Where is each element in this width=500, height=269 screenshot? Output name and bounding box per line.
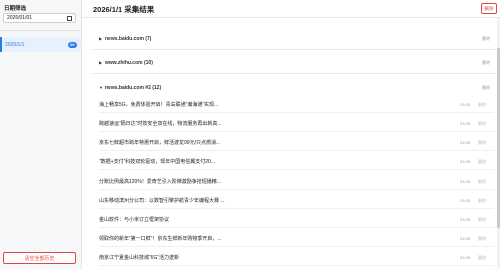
- date-filter-label: 日期筛选: [4, 6, 27, 12]
- list-item-delete-button[interactable]: 删除: [478, 198, 486, 204]
- divider: [91, 73, 497, 74]
- list-item-delete-button[interactable]: 删除: [478, 102, 486, 108]
- date-list-item-label: 2026/1/1: [5, 41, 25, 48]
- group-delete-button[interactable]: 删除: [482, 85, 490, 91]
- list-item-delete-button[interactable]: 删除: [478, 255, 486, 261]
- group-header[interactable]: ▼ news.baidu.com #2 (12) 删除: [83, 80, 500, 95]
- calendar-icon[interactable]: [67, 15, 72, 21]
- sidebar: 日期筛选 2026/01/01 2026/1/1 29 清空全部历史: [0, 0, 82, 269]
- group-title: news.baidu.com #2 (12): [105, 84, 162, 91]
- list-item-title[interactable]: 跨越速运“隔日达”时效安全双在线，物流服务再出新高...: [99, 120, 222, 127]
- list-item-title[interactable]: 南京江宁夏金山科技城“6G”活力迸新: [99, 254, 179, 261]
- group-header[interactable]: ▶ news.baidu.com (7) 删除: [83, 31, 500, 46]
- list-item-time: 21:05: [459, 236, 470, 241]
- list-item-delete-button[interactable]: 删除: [478, 217, 486, 223]
- list-item[interactable]: 南京江宁夏金山科技城“6G”活力迸新 21:05 删除: [99, 250, 494, 266]
- list-item-title[interactable]: “数据+支付”科技双轮驱动，现年中国电信翼支付20...: [99, 158, 215, 165]
- expanded-triangle-icon[interactable]: ▼: [99, 85, 103, 90]
- group-delete-button[interactable]: 删除: [482, 60, 490, 66]
- list-item[interactable]: 山东移动滨州分公司：以数智引擎护航青少年编程大赛 ... 21:05 删除: [99, 193, 494, 209]
- list-item-time: 21:05: [459, 121, 470, 126]
- divider: [91, 49, 497, 50]
- page-title: 2026/1/1 采集结果: [93, 5, 155, 14]
- list-item[interactable]: “数据+支付”科技双轮驱动，现年中国电信翼支付20... 21:05 删除: [99, 154, 494, 170]
- list-item[interactable]: 领取你的新年“第一口鲜”！京东生鲜新年购物季开启，... 21:05 删除: [99, 231, 494, 247]
- collapsed-triangle-icon[interactable]: ▶: [99, 36, 102, 41]
- list-item[interactable]: 京东七鲜超市跨年特惠开启，鲜活波龙99元/只点燃消... 21:05 删除: [99, 135, 494, 151]
- list-item-time: 21:05: [459, 255, 470, 260]
- list-item-time: 21:05: [459, 198, 470, 203]
- main-panel: 2026/1/1 采集结果 删除 ▶ news.baidu.com (7) 删除…: [83, 0, 500, 269]
- list-item-title[interactable]: 京东七鲜超市跨年特惠开启，鲜活波龙99元/只点燃消...: [99, 139, 220, 146]
- collapsed-triangle-icon[interactable]: ▶: [99, 60, 102, 65]
- clear-history-button[interactable]: 清空全部历史: [3, 252, 76, 264]
- list-item-delete-button[interactable]: 删除: [478, 179, 486, 185]
- list-item-title[interactable]: 分账比例最高120%！爱奇艺引入阶梯激励争抢短播精...: [99, 178, 221, 185]
- list-item-title[interactable]: 海上畅享5G，免费体验开启！青岛联通“瀚海通”实现...: [99, 101, 218, 108]
- date-input-value: 2026/01/01: [7, 15, 33, 21]
- list-item[interactable]: 金山软件：与小米订立框架协议 21:05 删除: [99, 212, 494, 228]
- group-title: news.baidu.com (7): [105, 35, 152, 42]
- list-item[interactable]: 跨越速运“隔日达”时效安全双在线，物流服务再出新高... 21:05 删除: [99, 116, 494, 132]
- list-item-time: 21:05: [459, 140, 470, 145]
- list-item[interactable]: 海上畅享5G，免费体验开启！青岛联通“瀚海通”实现... 21:05 删除: [99, 97, 494, 113]
- list-item-title[interactable]: 金山软件：与小米订立框架协议: [99, 216, 169, 223]
- main-header: 2026/1/1 采集结果 删除: [83, 0, 500, 18]
- date-count-badge: 29: [67, 41, 77, 48]
- list-item-time: 21:05: [459, 217, 470, 222]
- list-item-title[interactable]: 领取你的新年“第一口鲜”！京东生鲜新年购物季开启，...: [99, 235, 222, 242]
- delete-date-button[interactable]: 删除: [481, 3, 497, 14]
- list-item-time: 21:05: [459, 179, 470, 184]
- group-header[interactable]: ▶ www.zhihu.com (10) 删除: [83, 55, 500, 70]
- group-title: www.zhihu.com (10): [105, 59, 153, 66]
- list-item-delete-button[interactable]: 删除: [478, 159, 486, 165]
- list-item-time: 21:05: [459, 102, 470, 107]
- list-item-delete-button[interactable]: 删除: [478, 121, 486, 127]
- date-list-item[interactable]: 2026/1/1 29: [0, 37, 81, 52]
- group-delete-button[interactable]: 删除: [482, 36, 490, 42]
- list-item-time: 21:05: [459, 159, 470, 164]
- sidebar-divider: [0, 30, 82, 31]
- list-item[interactable]: 分账比例最高120%！爱奇艺引入阶梯激励争抢短播精... 21:05 删除: [99, 174, 494, 190]
- list-item-title[interactable]: 山东移动滨州分公司：以数智引擎护航青少年编程大赛 ...: [99, 197, 225, 204]
- list-item-delete-button[interactable]: 删除: [478, 236, 486, 242]
- list-item-delete-button[interactable]: 删除: [478, 140, 486, 146]
- date-input[interactable]: 2026/01/01: [3, 13, 76, 23]
